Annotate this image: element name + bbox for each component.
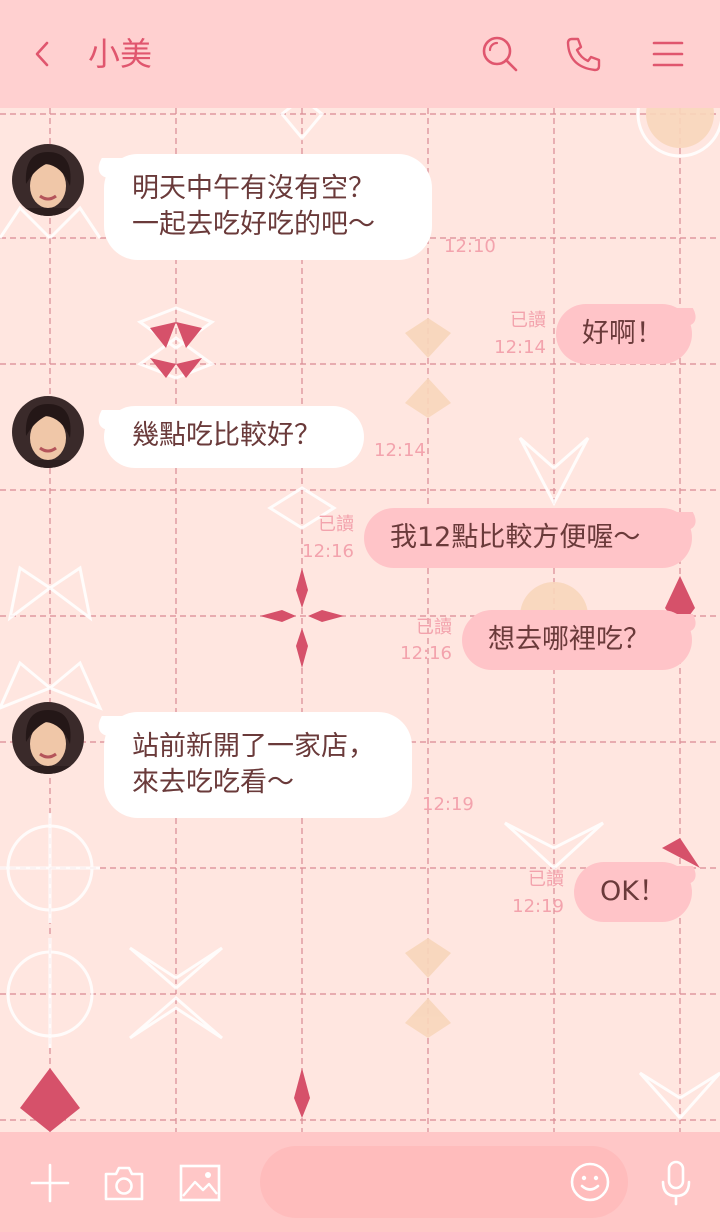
message-time: 12:16 [302,541,354,562]
message-time: 12:19 [422,794,474,815]
read-receipt: 已讀 [510,310,546,331]
message-text: 我12點比較方便喔～ [390,522,641,553]
message-time: 12:14 [494,337,546,358]
emoji-button[interactable] [566,1158,614,1206]
contact-photo [12,144,84,216]
message-bubble-outgoing[interactable]: 好啊！ [556,304,692,364]
call-button[interactable] [558,28,610,80]
message-time: 12:10 [444,236,496,257]
message-bubble-incoming[interactable]: 幾點吃比較好？ [104,406,364,468]
message-bubble-incoming[interactable]: 站前新開了一家店， 來去吃吃看～ [104,712,412,818]
voice-button[interactable] [650,1157,702,1209]
contact-avatar[interactable] [12,396,84,468]
chat-title: 小美 [88,35,153,73]
menu-icon [652,41,684,67]
camera-icon [104,1166,144,1201]
message-text: 站前新開了一家店， [132,731,375,762]
read-receipt: 已讀 [318,514,354,535]
message-time: 12:19 [512,896,564,917]
message-text: 一起去吃好吃的吧～ [132,209,375,240]
message-bubble-outgoing[interactable]: 想去哪裡吃？ [462,610,692,670]
smile-icon [570,1162,610,1202]
image-button[interactable] [174,1157,226,1209]
chevron-left-icon [35,41,49,67]
contact-avatar[interactable] [12,702,84,774]
add-button[interactable] [24,1157,76,1209]
message-text: 幾點吃比較好？ [132,420,321,451]
search-icon [482,36,518,72]
chat-area[interactable]: 明天中午有沒有空？ 一起去吃好吃的吧～ 12:10 已讀 12:14 好啊！ 幾… [0,108,720,1132]
message-text: 好啊！ [582,318,663,349]
input-bar [0,1132,720,1232]
menu-button[interactable] [642,28,694,80]
back-button[interactable] [16,28,68,80]
plus-icon [30,1163,70,1203]
contact-photo [12,396,84,468]
contact-photo [12,702,84,774]
message-input[interactable] [260,1146,628,1218]
microphone-icon [661,1160,691,1206]
image-icon [179,1164,221,1202]
chat-header: 小美 [0,0,720,108]
message-time: 12:16 [400,643,452,664]
message-text: 來去吃吃看～ [132,767,294,798]
message-text: OK！ [600,876,666,907]
search-button[interactable] [474,28,526,80]
read-receipt: 已讀 [528,869,564,890]
message-bubble-outgoing[interactable]: OK！ [574,862,692,922]
phone-icon [566,37,601,72]
message-text: 明天中午有沒有空？ [132,173,375,204]
message-bubble-incoming[interactable]: 明天中午有沒有空？ 一起去吃好吃的吧～ [104,154,432,260]
message-bubble-outgoing[interactable]: 我12點比較方便喔～ [364,508,692,568]
contact-avatar[interactable] [12,144,84,216]
message-text: 想去哪裡吃？ [488,624,650,655]
message-time: 12:14 [374,440,426,461]
read-receipt: 已讀 [416,617,452,638]
camera-button[interactable] [98,1157,150,1209]
